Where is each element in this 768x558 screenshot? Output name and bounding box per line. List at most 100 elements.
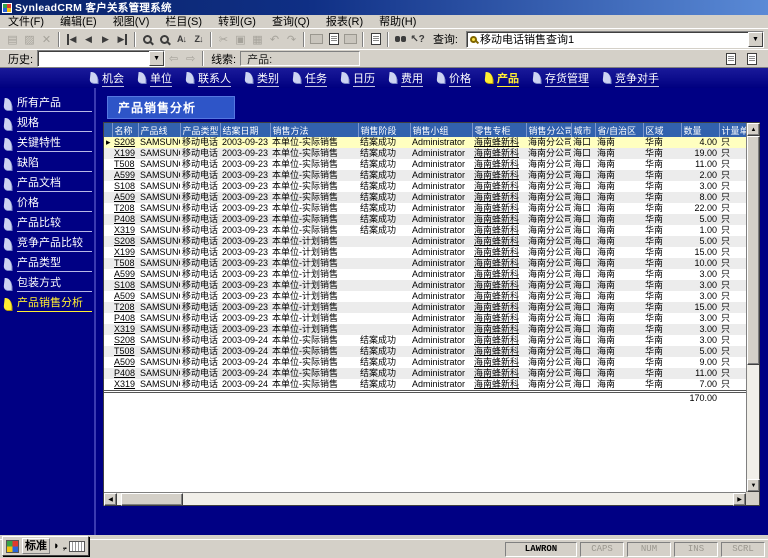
column-header[interactable]: 计量单位 (719, 123, 746, 137)
tab-价格[interactable]: 价格 (435, 69, 477, 88)
column-header[interactable]: 结案日期 (220, 123, 270, 137)
sort-ascending-icon[interactable]: A↓ (173, 31, 190, 48)
tab-日历[interactable]: 日历 (339, 69, 381, 88)
vertical-scrollbar[interactable]: ▲ ▼ (746, 123, 759, 492)
retail-counter-link[interactable]: 海南蜂新科 (472, 181, 526, 192)
edit-icon[interactable]: ▨ (21, 31, 38, 48)
table-row[interactable]: X319SAMSUNG移动电话2003-09-23本单位-计划销售Adminis… (104, 324, 746, 335)
ime-softkeyboard-icon[interactable] (69, 541, 85, 552)
scroll-down-button[interactable]: ▼ (747, 479, 760, 492)
product-name-link[interactable]: P408 (112, 214, 138, 225)
tab-类别[interactable]: 类别 (243, 69, 285, 88)
tab-联系人[interactable]: 联系人 (184, 69, 237, 88)
retail-counter-link[interactable]: 海南蜂新科 (472, 346, 526, 357)
retail-counter-link[interactable]: 海南蜂新科 (472, 236, 526, 247)
table-row[interactable]: A509SAMSUNG移动电话2003-09-23本单位-实际销售结案成功Adm… (104, 192, 746, 203)
table-row[interactable]: T508SAMSUNG移动电话2003-09-23本单位-计划销售Adminis… (104, 258, 746, 269)
vertical-scroll-thumb[interactable] (747, 136, 760, 365)
table-row[interactable]: P408SAMSUNG移动电话2003-09-23本单位-计划销售Adminis… (104, 313, 746, 324)
query-combo[interactable]: 移动电话销售查询1 ▼ (466, 31, 764, 48)
sidebar-item-缺陷[interactable]: 缺陷 (0, 154, 94, 174)
tab-存货管理[interactable]: 存货管理 (531, 69, 595, 88)
retail-counter-link[interactable]: 海南蜂新科 (472, 170, 526, 181)
sidebar-item-所有产品[interactable]: 所有产品 (0, 94, 94, 114)
tab-产品[interactable]: 产品 (483, 69, 525, 88)
product-name-link[interactable]: X319 (112, 225, 138, 236)
product-name-link[interactable]: S208 (112, 236, 138, 247)
prev-record-icon[interactable]: ◀ (80, 31, 97, 48)
product-name-link[interactable]: T208 (112, 203, 138, 214)
table-row[interactable]: S108SAMSUNG移动电话2003-09-23本单位-计划销售Adminis… (104, 280, 746, 291)
retail-counter-link[interactable]: 海南蜂新科 (472, 357, 526, 368)
report-icon[interactable] (722, 50, 739, 67)
scroll-left-button[interactable]: ◀ (104, 493, 117, 506)
menu-item[interactable]: 转到(G) (210, 15, 264, 29)
retail-counter-link[interactable]: 海南蜂新科 (472, 137, 526, 148)
table-row[interactable]: A509SAMSUNG移动电话2003-09-24本单位-实际销售结案成功Adm… (104, 357, 746, 368)
history-combo[interactable]: ▼ (37, 50, 165, 67)
ime-punctuation-icon[interactable]: ,. (63, 541, 67, 552)
sidebar-item-产品销售分析[interactable]: 产品销售分析 (0, 294, 94, 314)
copy-icon[interactable]: ▣ (232, 31, 249, 48)
product-name-link[interactable]: S208 (112, 137, 138, 148)
table-row[interactable]: ▸S208SAMSUNG移动电话2003-09-23本单位-实际销售结案成功Ad… (104, 137, 746, 148)
context-help-icon[interactable]: ↖? (409, 31, 426, 48)
product-name-link[interactable]: T508 (112, 258, 138, 269)
product-name-link[interactable]: P408 (112, 368, 138, 379)
scroll-up-button[interactable]: ▲ (747, 123, 760, 136)
sidebar-item-价格[interactable]: 价格 (0, 194, 94, 214)
sidebar-item-产品文档[interactable]: 产品文档 (0, 174, 94, 194)
table-row[interactable]: A599SAMSUNG移动电话2003-09-23本单位-实际销售结案成功Adm… (104, 170, 746, 181)
tab-单位[interactable]: 单位 (136, 69, 178, 88)
column-header[interactable]: 销售分公司 (526, 123, 571, 137)
print-icon[interactable] (308, 31, 325, 48)
ime-toolbar[interactable]: 标准 ◗ ,. (2, 536, 89, 556)
ime-input-method-icon[interactable] (6, 540, 19, 553)
print-report-icon[interactable] (743, 50, 760, 67)
product-name-link[interactable]: S108 (112, 181, 138, 192)
tab-任务[interactable]: 任务 (291, 69, 333, 88)
column-header[interactable]: 城市 (571, 123, 595, 137)
table-row[interactable]: S108SAMSUNG移动电话2003-09-23本单位-实际销售结案成功Adm… (104, 181, 746, 192)
table-row[interactable]: X319SAMSUNG移动电话2003-09-23本单位-实际销售结案成功Adm… (104, 225, 746, 236)
menu-item[interactable]: 报表(R) (318, 15, 371, 29)
column-header[interactable]: 省/自治区 (595, 123, 643, 137)
back-icon[interactable]: ⇦ (165, 50, 182, 67)
table-row[interactable]: X319SAMSUNG移动电话2003-09-24本单位-实际销售结案成功Adm… (104, 379, 746, 392)
column-header[interactable]: 区域 (643, 123, 681, 137)
column-header[interactable]: 销售阶段 (358, 123, 410, 137)
table-row[interactable]: X199SAMSUNG移动电话2003-09-23本单位-计划销售Adminis… (104, 247, 746, 258)
column-header[interactable]: 产品线 (138, 123, 180, 137)
delete-icon[interactable]: ✕ (38, 31, 55, 48)
menu-item[interactable]: 视图(V) (105, 15, 158, 29)
ime-halfwidth-icon[interactable]: ◗ (53, 540, 60, 552)
retail-counter-link[interactable]: 海南蜂新科 (472, 247, 526, 258)
horizontal-scrollbar[interactable]: ◀ ▶ (104, 492, 746, 505)
tab-机会[interactable]: 机会 (88, 69, 130, 88)
undo-icon[interactable]: ↶ (266, 31, 283, 48)
sidebar-item-竞争产品比较[interactable]: 竞争产品比较 (0, 234, 94, 254)
query-dropdown-button[interactable]: ▼ (748, 32, 763, 47)
table-row[interactable]: T508SAMSUNG移动电话2003-09-23本单位-实际销售结案成功Adm… (104, 159, 746, 170)
product-name-link[interactable]: A509 (112, 192, 138, 203)
table-row[interactable]: A509SAMSUNG移动电话2003-09-23本单位-计划销售Adminis… (104, 291, 746, 302)
sidebar-item-产品比较[interactable]: 产品比较 (0, 214, 94, 234)
retail-counter-link[interactable]: 海南蜂新科 (472, 324, 526, 335)
product-name-link[interactable]: A599 (112, 269, 138, 280)
menu-item[interactable]: 文件(F) (0, 15, 52, 29)
column-header[interactable]: 名称 (112, 123, 138, 137)
sidebar-item-包装方式[interactable]: 包装方式 (0, 274, 94, 294)
column-header[interactable]: 销售方法 (270, 123, 358, 137)
menu-item[interactable]: 编辑(E) (52, 15, 105, 29)
table-row[interactable]: T208SAMSUNG移动电话2003-09-23本单位-计划销售Adminis… (104, 302, 746, 313)
product-name-link[interactable]: T508 (112, 346, 138, 357)
new-icon[interactable]: ▤ (4, 31, 21, 48)
retail-counter-link[interactable]: 海南蜂新科 (472, 335, 526, 346)
sort-descending-icon[interactable]: Z↓ (190, 31, 207, 48)
product-name-link[interactable]: T508 (112, 159, 138, 170)
product-name-link[interactable]: X199 (112, 148, 138, 159)
ime-mode-button[interactable]: 标准 (22, 538, 50, 554)
product-name-link[interactable]: A509 (112, 357, 138, 368)
product-name-link[interactable]: A599 (112, 170, 138, 181)
table-row[interactable]: S208SAMSUNG移动电话2003-09-24本单位-实际销售结案成功Adm… (104, 335, 746, 346)
